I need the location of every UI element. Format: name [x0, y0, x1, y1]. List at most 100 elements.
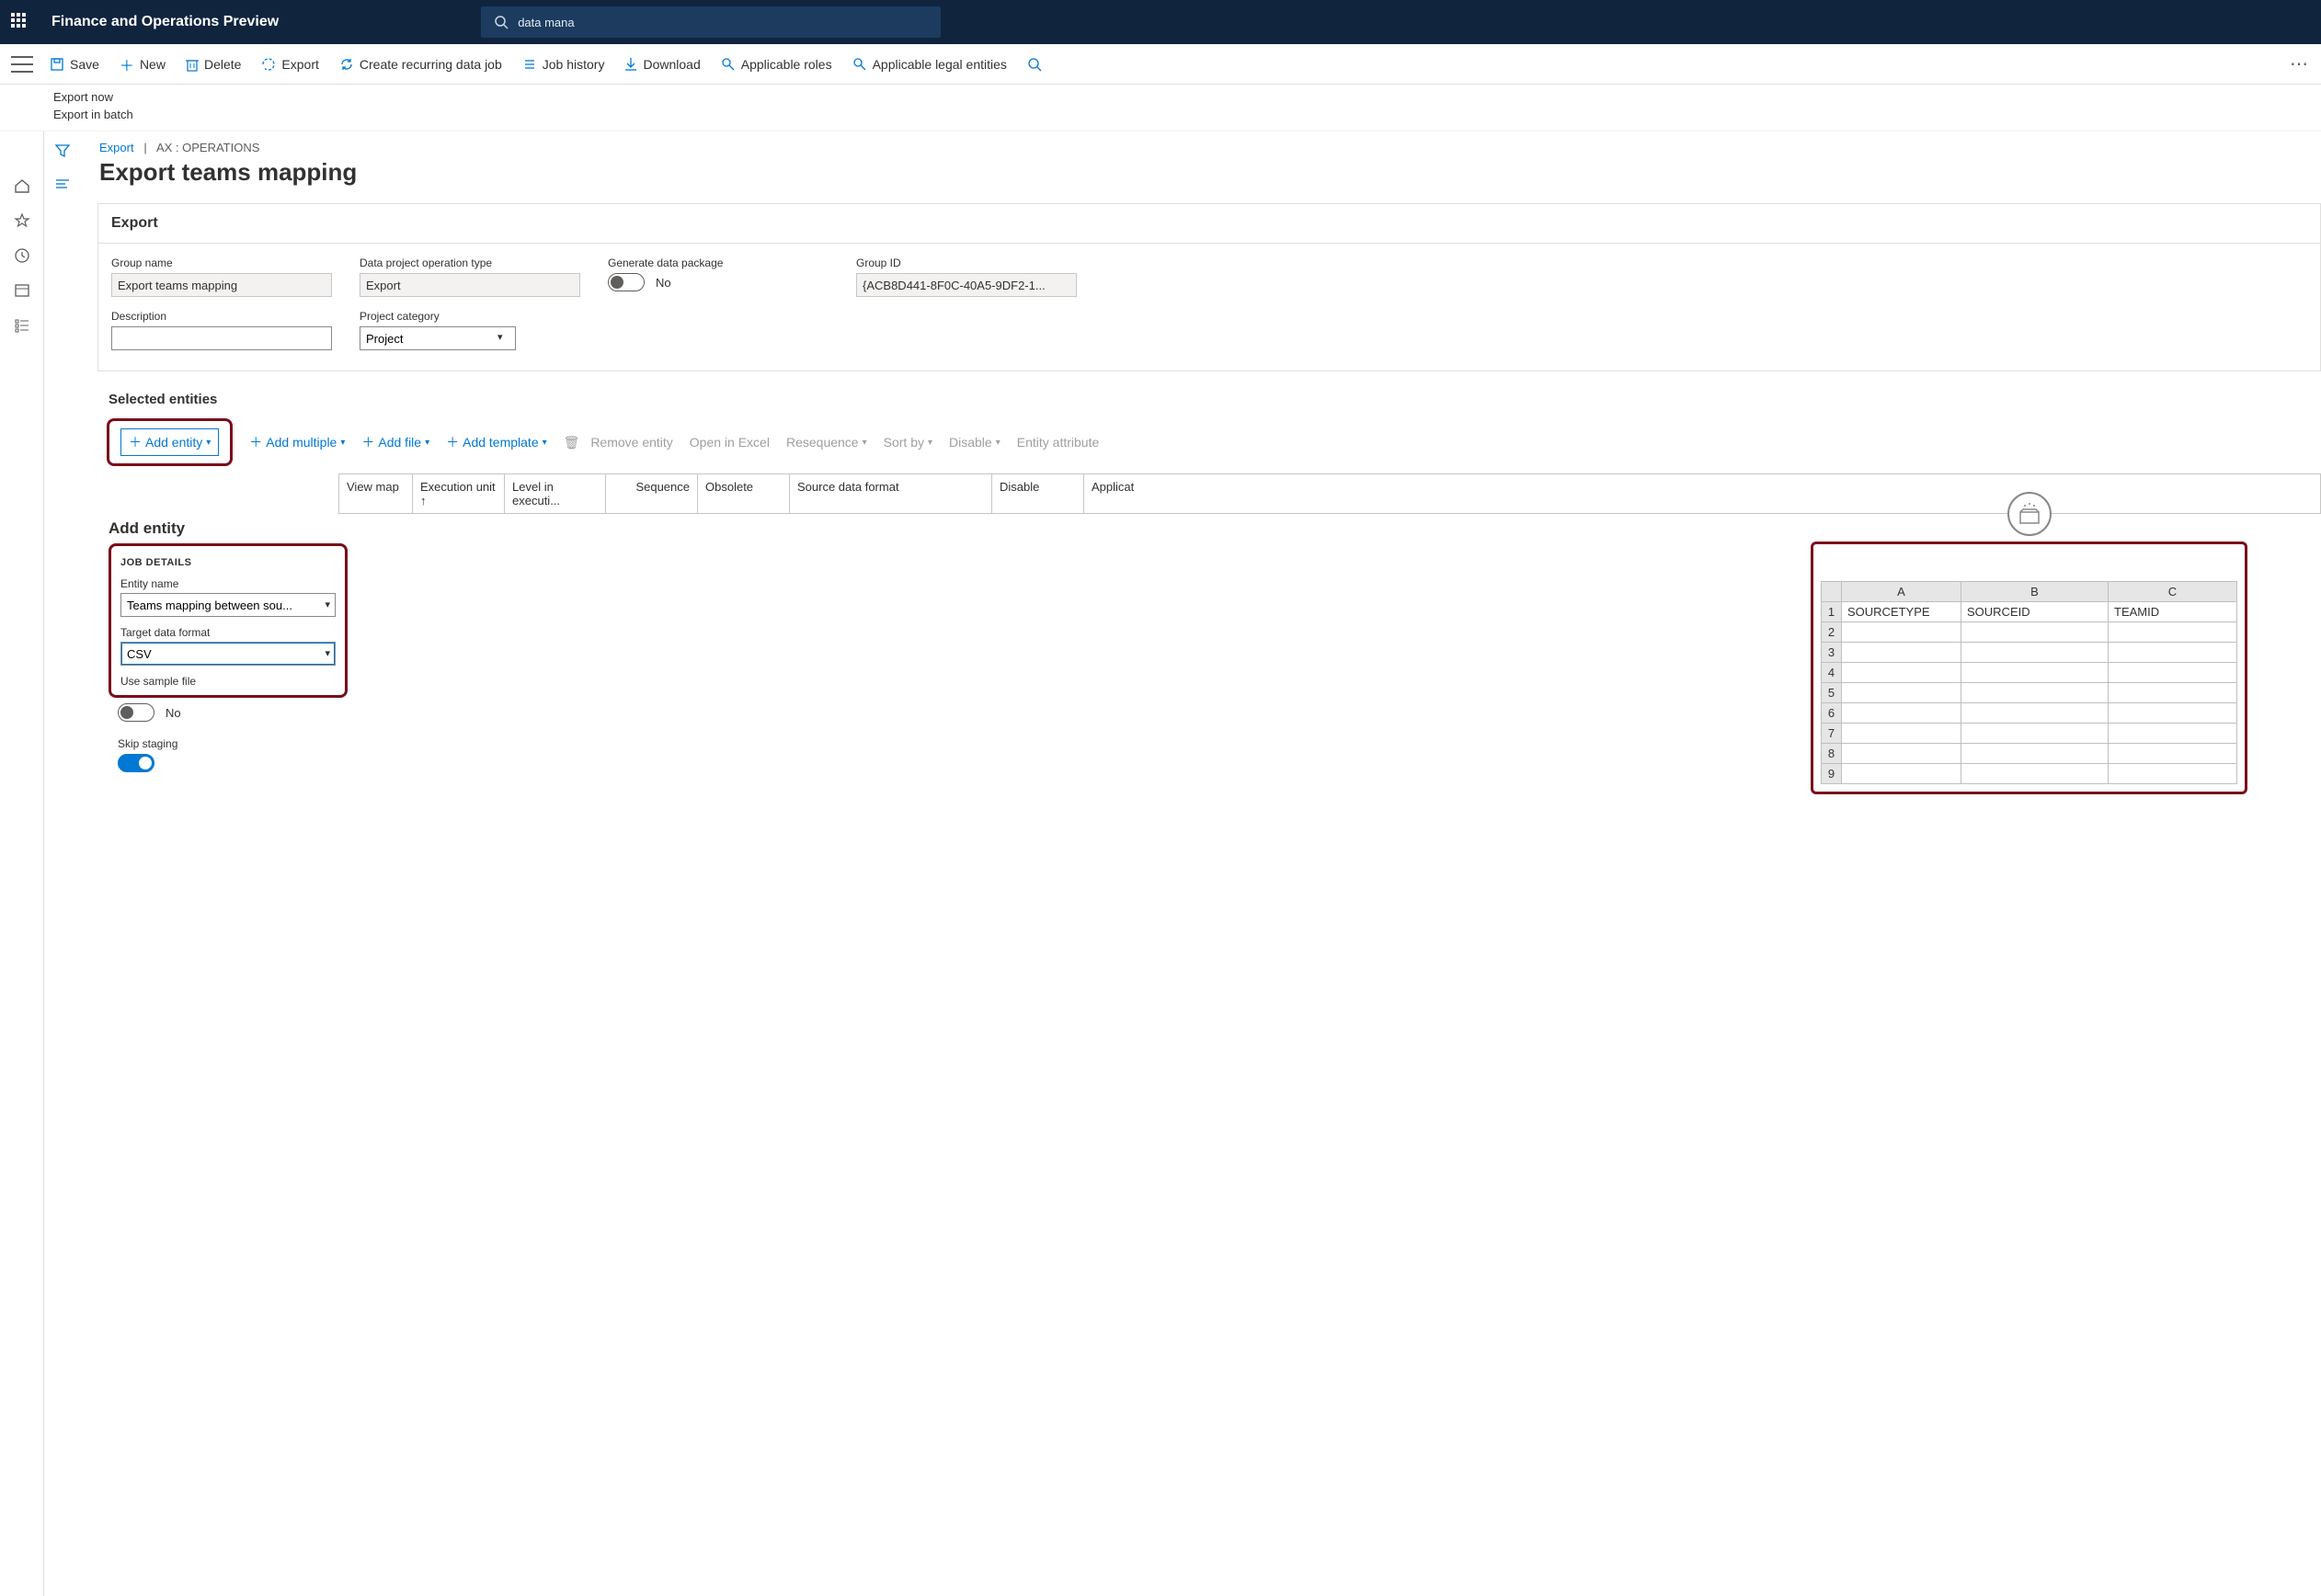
job-details-heading: JOB DETAILS — [120, 557, 336, 568]
description-input[interactable] — [111, 326, 332, 350]
cell-a1[interactable]: SOURCETYPE — [1842, 602, 1961, 622]
remove-entity-button[interactable]: 🗑 Remove entity — [564, 435, 673, 450]
col-header-b[interactable]: B — [1961, 582, 2109, 602]
selected-entities-title: Selected entities — [81, 371, 2321, 411]
col-level[interactable]: Level in executi... — [504, 474, 605, 513]
cell-c1[interactable]: TEAMID — [2109, 602, 2237, 622]
add-multiple-button[interactable]: ＋Add multiple▾ — [249, 433, 345, 451]
left-nav-rail — [0, 131, 44, 1596]
entity-name-label: Entity name — [120, 577, 336, 590]
op-type-field: Data project operation type — [360, 256, 580, 297]
chevron-down-icon: ▾ — [325, 598, 330, 610]
export-button[interactable]: Export — [261, 57, 318, 72]
sub-actions: Export now Export in batch — [0, 85, 2321, 131]
cell-b1[interactable]: SOURCEID — [1961, 602, 2109, 622]
export-now-button[interactable]: Export now — [53, 88, 2321, 106]
lines-icon[interactable] — [54, 177, 71, 190]
search3-icon — [852, 57, 867, 72]
clock-icon[interactable] — [14, 247, 30, 264]
spreadsheet-table: A B C 1SOURCETYPESOURCEIDTEAMID 2 3 4 5 … — [1821, 581, 2237, 784]
generate-package-toggle[interactable] — [608, 273, 645, 291]
trash-icon: 🗑 — [564, 435, 580, 450]
target-format-label: Target data format — [120, 626, 336, 639]
chevron-down-icon: ▾ — [340, 438, 345, 448]
col-sequence[interactable]: Sequence — [605, 474, 697, 513]
col-disable[interactable]: Disable — [991, 474, 1083, 513]
applicable-legal-entities-button[interactable]: Applicable legal entities — [852, 57, 1007, 72]
download-button[interactable]: Download — [624, 57, 700, 72]
plus-icon: ＋ — [446, 433, 459, 451]
sort-by-button[interactable]: Sort by▾ — [884, 435, 932, 450]
cycle-icon — [339, 57, 354, 72]
new-button[interactable]: ＋ New — [120, 53, 166, 75]
page-title: Export teams mapping — [81, 154, 2321, 203]
chevron-down-icon: ▾ — [206, 438, 211, 448]
generate-package-field: Generate data package No — [608, 256, 829, 294]
plus-icon: ＋ — [120, 53, 134, 75]
save-icon — [50, 57, 64, 72]
chevron-down-icon: ▾ — [863, 438, 867, 448]
use-sample-label: Use sample file — [120, 675, 336, 688]
col-applicat[interactable]: Applicat — [1083, 474, 2320, 513]
star-icon[interactable] — [14, 212, 30, 229]
applicable-roles-button[interactable]: Applicable roles — [721, 57, 832, 72]
plus-icon: ＋ — [129, 433, 142, 451]
col-obsolete[interactable]: Obsolete — [697, 474, 789, 513]
add-entity-button[interactable]: ＋ Add entity ▾ — [120, 428, 219, 456]
top-bar: Finance and Operations Preview data mana — [0, 0, 2321, 44]
project-category-select[interactable] — [360, 326, 516, 350]
filter-icon[interactable] — [54, 142, 71, 159]
col-header-a[interactable]: A — [1842, 582, 1961, 602]
search-action-button[interactable] — [1027, 57, 1042, 72]
save-button[interactable]: Save — [50, 57, 99, 72]
col-view-map[interactable]: View map — [338, 474, 412, 513]
nav-hamburger-icon[interactable] — [11, 56, 33, 73]
add-template-button[interactable]: ＋Add template▾ — [446, 433, 547, 451]
chevron-down-icon: ▾ — [497, 331, 503, 343]
resequence-button[interactable]: Resequence▾ — [786, 435, 867, 450]
col-execution-unit[interactable]: Execution unit ↑ — [412, 474, 504, 513]
delete-button[interactable]: Delete — [186, 57, 241, 72]
spreadsheet-preview: A B C 1SOURCETYPESOURCEIDTEAMID 2 3 4 5 … — [1811, 508, 2247, 797]
home-icon[interactable] — [14, 177, 30, 194]
search4-icon — [1027, 57, 1042, 72]
col-header-c[interactable]: C — [2109, 582, 2237, 602]
col-source-format[interactable]: Source data format — [789, 474, 991, 513]
project-category-field: Project category ▾ — [360, 310, 580, 350]
sheet-row: 4 — [1822, 663, 2237, 683]
global-search-input[interactable]: data mana — [481, 6, 941, 38]
op-type-input[interactable] — [360, 273, 580, 297]
group-name-field: Group name — [111, 256, 332, 297]
group-id-field: Group ID — [856, 256, 1077, 297]
more-actions-button[interactable]: ⋯ — [2290, 52, 2310, 75]
workspace-icon[interactable] — [14, 282, 30, 299]
modules-icon[interactable] — [14, 317, 30, 334]
entity-name-select[interactable] — [120, 593, 336, 617]
breadcrumb: Export | AX : OPERATIONS — [81, 131, 2321, 154]
target-format-select[interactable] — [120, 642, 336, 666]
skip-staging-toggle[interactable] — [118, 754, 154, 772]
add-file-button[interactable]: ＋Add file▾ — [361, 433, 429, 451]
sheet-row: 7 — [1822, 724, 2237, 744]
export-card: Export Group name Description — [97, 203, 2321, 371]
breadcrumb-link[interactable]: Export — [99, 141, 134, 154]
group-name-input[interactable] — [111, 273, 332, 297]
job-history-button[interactable]: Job history — [522, 57, 605, 72]
sheet-row: 8 — [1822, 744, 2237, 764]
action-bar: Save ＋ New Delete Export Create recurrin… — [0, 44, 2321, 85]
trash-icon — [186, 57, 199, 72]
group-id-input[interactable] — [856, 273, 1077, 297]
export-card-title: Export — [98, 204, 2320, 244]
use-sample-toggle[interactable] — [118, 703, 154, 722]
open-in-excel-button[interactable]: Open in Excel — [690, 435, 770, 450]
disable-button[interactable]: Disable▾ — [949, 435, 1000, 450]
chevron-down-icon: ▾ — [425, 438, 429, 448]
app-title: Finance and Operations Preview — [51, 14, 279, 30]
create-recurring-job-button[interactable]: Create recurring data job — [339, 57, 502, 72]
app-launcher-icon[interactable] — [11, 13, 29, 31]
chevron-down-icon: ▾ — [996, 438, 1000, 448]
entity-attribute-button[interactable]: Entity attribute — [1017, 435, 1100, 450]
export-in-batch-button[interactable]: Export in batch — [53, 106, 2321, 123]
chevron-down-icon: ▾ — [543, 438, 547, 448]
sheet-corner[interactable] — [1822, 582, 1842, 602]
